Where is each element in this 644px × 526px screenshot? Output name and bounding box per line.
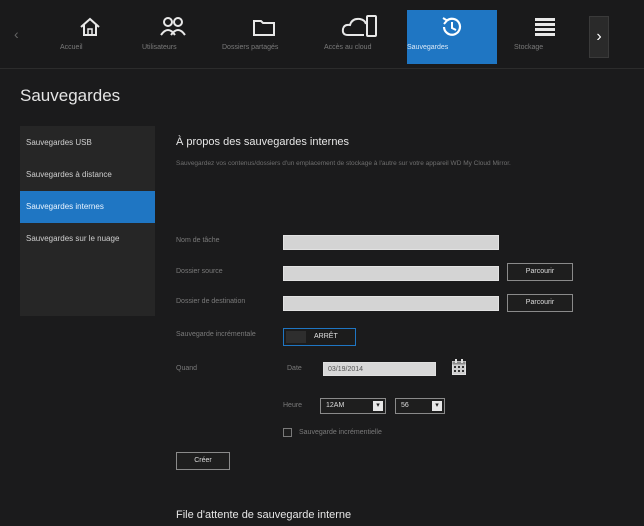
nav-item-accueil[interactable]: Accueil [60,10,120,60]
queue-title: File d'attente de sauvegarde interne [176,509,352,521]
sidebar-item-usb[interactable]: Sauvegardes USB [20,127,155,159]
nav-item-label: Stockage [514,44,544,51]
date-input[interactable]: 03/19/2014 [323,362,436,376]
section-title: À propos des sauvegardes internes [176,136,350,148]
sidebar-item-nuage[interactable]: Sauvegardes sur le nuage [20,223,155,255]
calendar-icon[interactable] [452,359,466,375]
nav-item-label: Sauvegardes [407,44,449,51]
incremental-label: Sauvegarde incrémentale [176,331,256,338]
browse-source-button[interactable]: Parcourir [507,263,573,281]
nav-item-label: Accès au cloud [324,44,372,51]
nav-item-label: Dossiers partagés [222,44,279,51]
nav-item-utilisateurs[interactable]: Utilisateurs [142,10,204,60]
storage-icon [535,18,555,36]
home-icon [80,17,100,36]
task-name-input[interactable] [283,235,499,250]
browse-destination-button[interactable]: Parcourir [507,294,573,312]
users-icon [160,17,186,36]
source-folder-label: Dossier source [176,268,223,275]
nav-item-acces-cloud[interactable]: Accès au cloud [324,10,396,60]
source-folder-input[interactable] [283,266,499,281]
date-label: Date [287,365,302,372]
sidebar-item-distance[interactable]: Sauvegardes à distance [20,159,155,191]
nav-item-dossiers-partages[interactable]: Dossiers partagés [222,10,306,60]
nav-left-arrow[interactable]: ‹ [14,26,19,42]
chevron-down-icon: ▾ [432,401,442,411]
section-description: Sauvegardez vos contenus/dossiers d'un e… [176,160,511,167]
checkbox-label: Sauvegarde incrémentielle [299,429,382,436]
nav-item-label: Utilisateurs [142,44,177,51]
hour-value: 12AM [326,402,345,409]
incremental-toggle[interactable]: ARRÊT [283,328,356,346]
hour-select[interactable]: 12AM ▾ [320,398,386,414]
toggle-knob [286,331,306,343]
minute-select[interactable]: 56 ▾ [395,398,445,414]
sidebar: Sauvegardes USB Sauvegardes à distance S… [20,126,155,316]
task-name-label: Nom de tâche [176,237,220,244]
schedule-label: Quand [176,365,198,372]
cloud-device-icon [341,15,377,37]
toggle-value: ARRÊT [314,333,338,340]
create-button[interactable]: Créer [176,452,230,470]
main-content: À propos des sauvegardes internes Sauveg… [165,126,625,526]
nav-item-label: Accueil [60,44,83,51]
nav-item-stockage[interactable]: Stockage [514,10,576,60]
destination-folder-label: Dossier de destination [176,298,246,305]
hour-label: Heure [283,402,303,409]
page-title: Sauvegardes [20,86,121,105]
folder-icon [253,20,275,36]
chevron-down-icon: ▾ [373,401,383,411]
incremental-checkbox[interactable] [283,428,292,437]
nav-right-arrow[interactable]: › [589,16,609,58]
minute-value: 56 [401,402,409,409]
nav-item-sauvegardes[interactable]: Sauvegardes [407,10,497,64]
destination-folder-input[interactable] [283,296,499,311]
top-navigation: ‹ Accueil Utilisateurs Dossiers partagés… [0,0,644,69]
backup-history-icon [442,17,462,36]
sidebar-item-internes[interactable]: Sauvegardes internes [20,191,155,223]
